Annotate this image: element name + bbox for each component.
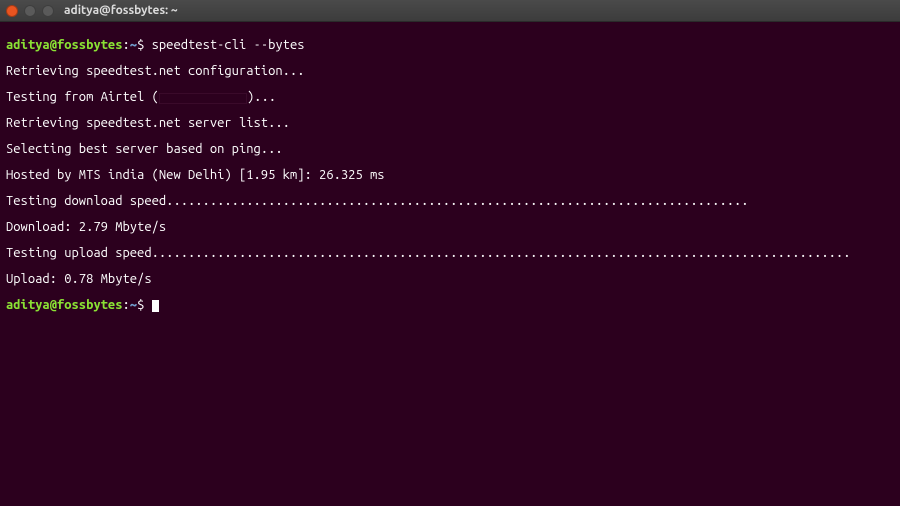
output-line: Testing download speed..................… [6, 195, 894, 208]
close-icon[interactable] [6, 5, 18, 17]
window-controls [6, 5, 54, 17]
output-line: Hosted by MTS india (New Delhi) [1.95 km… [6, 169, 894, 182]
prompt-host: fossbytes [57, 38, 123, 52]
prompt-path: ~ [130, 38, 137, 52]
command-text: speedtest-cli --bytes [152, 38, 305, 52]
prompt-line-1: aditya@fossbytes:~$ speedtest-cli --byte… [6, 39, 894, 52]
prompt-dollar: $ [137, 38, 144, 52]
maximize-icon[interactable] [42, 5, 54, 17]
output-text-right: )... [247, 90, 276, 104]
output-text-left: Testing from Airtel ( [6, 90, 159, 104]
prompt-line-2: aditya@fossbytes:~$ [6, 299, 894, 312]
output-line: Testing from Airtel ()... [6, 91, 894, 104]
prompt-at: @ [50, 38, 57, 52]
prompt-colon: : [123, 38, 130, 52]
prompt-at: @ [50, 298, 57, 312]
titlebar: aditya@fossbytes: ~ [0, 0, 900, 22]
window-title: aditya@fossbytes: ~ [64, 5, 178, 17]
prompt-dollar: $ [137, 298, 144, 312]
output-line: Upload: 0.78 Mbyte/s [6, 273, 894, 286]
cursor-block [152, 300, 159, 312]
minimize-icon[interactable] [24, 5, 36, 17]
output-line: Retrieving speedtest.net server list... [6, 117, 894, 130]
output-line: Testing upload speed....................… [6, 247, 894, 260]
output-line: Download: 2.79 Mbyte/s [6, 221, 894, 234]
prompt-host: fossbytes [57, 298, 123, 312]
prompt-user: aditya [6, 38, 50, 52]
prompt-user: aditya [6, 298, 50, 312]
prompt-path: ~ [130, 298, 137, 312]
output-line: Selecting best server based on ping... [6, 143, 894, 156]
prompt-colon: : [123, 298, 130, 312]
redacted-ip [159, 93, 247, 104]
output-line: Retrieving speedtest.net configuration..… [6, 65, 894, 78]
terminal-body[interactable]: aditya@fossbytes:~$ speedtest-cli --byte… [0, 22, 900, 329]
